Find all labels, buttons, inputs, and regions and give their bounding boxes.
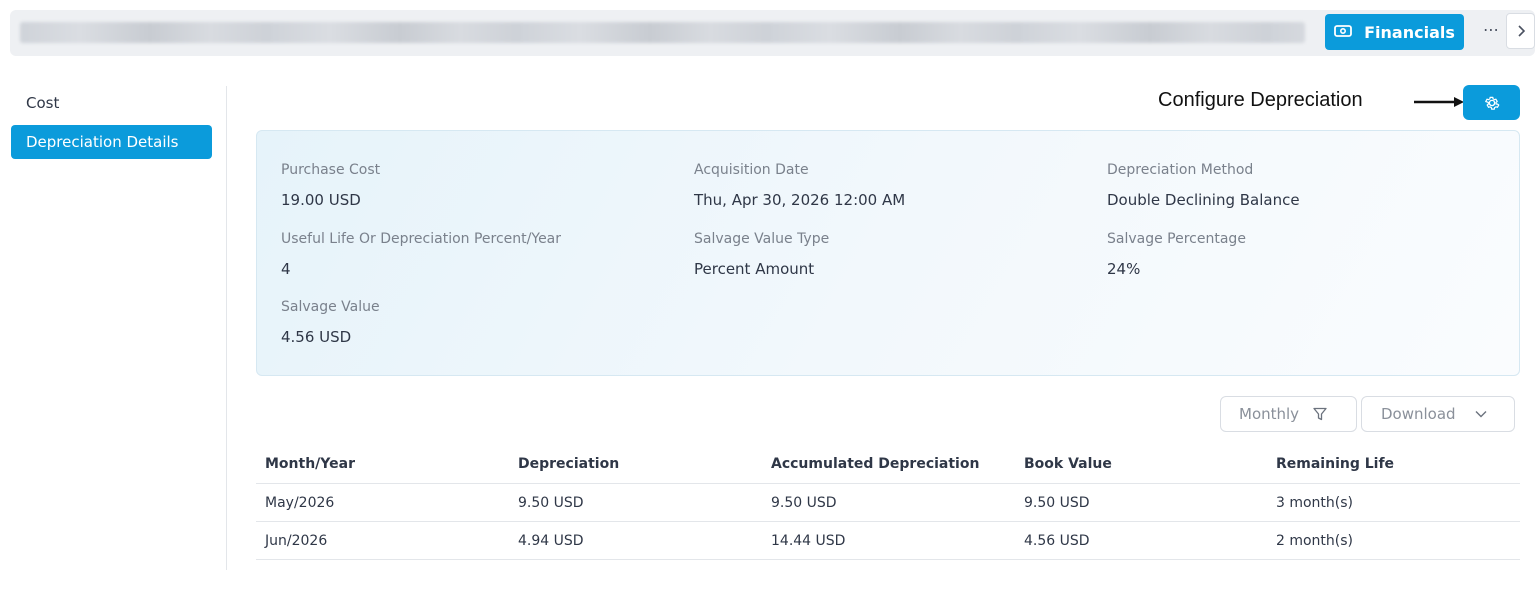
table-row: May/2026 9.50 USD 9.50 USD 9.50 USD 3 mo… [256, 484, 1520, 522]
configure-depreciation-button[interactable] [1463, 85, 1520, 120]
table-cell: Jun/2026 [265, 532, 328, 549]
configure-depreciation-label: Configure Depreciation [1158, 89, 1363, 111]
salvage-value-field: Salvage Value 4.56 USD [281, 299, 380, 346]
depreciation-method-field: Depreciation Method Double Declining Bal… [1107, 162, 1300, 209]
useful-life-field: Useful Life Or Depreciation Percent/Year… [281, 231, 561, 278]
field-label: Depreciation Method [1107, 162, 1254, 178]
field-label: Salvage Value [281, 299, 380, 315]
table-cell: 9.50 USD [771, 494, 837, 511]
table-cell: 4.94 USD [518, 532, 584, 549]
field-value: 24% [1107, 260, 1141, 278]
column-header-depreciation[interactable]: Depreciation [509, 456, 762, 472]
table-cell: 4.56 USD [1024, 532, 1090, 549]
monthly-filter-button[interactable]: Monthly [1220, 396, 1357, 432]
field-value: Percent Amount [694, 260, 815, 278]
table-header-row: Month/Year Depreciation Accumulated Depr… [256, 444, 1520, 484]
acquisition-date-field: Acquisition Date Thu, Apr 30, 2026 12:00… [694, 162, 905, 209]
table-cell: 9.50 USD [1024, 494, 1090, 511]
field-label: Useful Life Or Depreciation Percent/Year [281, 231, 562, 247]
download-button[interactable]: Download [1361, 396, 1515, 432]
more-options-icon[interactable]: ⋯ [1479, 20, 1503, 44]
depreciation-details-card: Purchase Cost 19.00 USD Acquisition Date… [256, 130, 1520, 376]
field-value: Double Declining Balance [1107, 191, 1300, 209]
arrow-right-icon [1414, 97, 1464, 107]
table-row: Jun/2026 4.94 USD 14.44 USD 4.56 USD 2 m… [256, 522, 1520, 560]
chevron-right-icon[interactable] [1506, 13, 1535, 49]
table-cell: 9.50 USD [518, 494, 584, 511]
column-header-remaining-life[interactable]: Remaining Life [1267, 456, 1520, 472]
sidebar-item-depreciation-details[interactable]: Depreciation Details [11, 125, 212, 159]
table-cell: 2 month(s) [1276, 532, 1354, 549]
table-cell: 14.44 USD [771, 532, 846, 549]
table-cell: May/2026 [265, 494, 335, 511]
filter-icon [1313, 407, 1327, 421]
sidebar-item-label: Depreciation Details [26, 133, 179, 151]
field-value: Thu, Apr 30, 2026 12:00 AM [694, 191, 906, 209]
depreciation-table: Month/Year Depreciation Accumulated Depr… [256, 444, 1520, 560]
field-value: 4 [281, 260, 291, 278]
field-label: Acquisition Date [694, 162, 809, 178]
download-label: Download [1381, 405, 1456, 423]
top-bar: Financials ⋯ [10, 10, 1535, 56]
gear-icon [1484, 96, 1499, 110]
column-header-book-value[interactable]: Book Value [1015, 456, 1267, 472]
vertical-divider [226, 86, 227, 570]
money-icon [1334, 23, 1353, 42]
sidebar-item-label: Cost [26, 94, 60, 112]
salvage-value-type-field: Salvage Value Type Percent Amount [694, 231, 829, 278]
filter-label: Monthly [1239, 405, 1300, 423]
field-value: 19.00 USD [281, 191, 361, 209]
field-label: Purchase Cost [281, 162, 381, 178]
column-header-accumulated-depreciation[interactable]: Accumulated Depreciation [762, 456, 1015, 472]
financials-label: Financials [1364, 22, 1455, 42]
financials-button[interactable]: Financials [1325, 14, 1464, 50]
sidebar-item-cost[interactable]: Cost [11, 86, 212, 120]
salvage-percentage-field: Salvage Percentage 24% [1107, 231, 1246, 278]
field-value: 4.56 USD [281, 328, 352, 346]
field-label: Salvage Percentage [1107, 231, 1246, 247]
field-label: Salvage Value Type [694, 231, 830, 247]
blurred-breadcrumb [20, 22, 1305, 43]
sidebar: Cost Depreciation Details [11, 86, 212, 164]
table-cell: 3 month(s) [1276, 494, 1354, 511]
chevron-down-icon [1475, 411, 1487, 418]
column-header-month-year[interactable]: Month/Year [256, 456, 509, 472]
purchase-cost-field: Purchase Cost 19.00 USD [281, 162, 380, 209]
